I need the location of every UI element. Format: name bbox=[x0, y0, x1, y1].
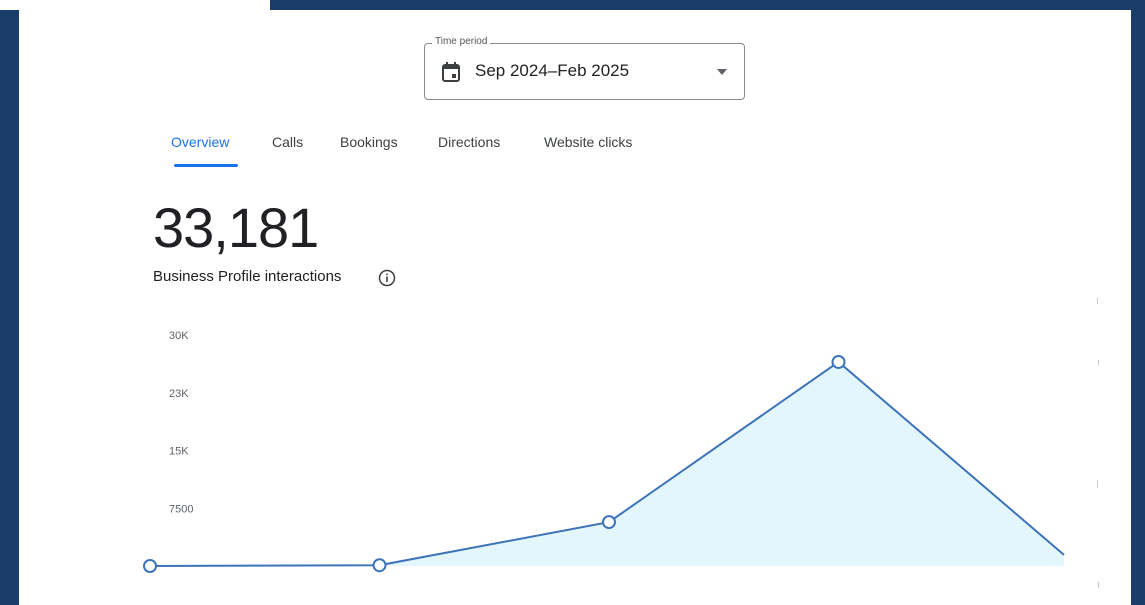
data-point[interactable] bbox=[143, 559, 157, 573]
y-tick-label: 23K bbox=[169, 388, 189, 400]
scan-speck bbox=[1098, 582, 1099, 588]
scan-speck bbox=[1097, 480, 1098, 487]
data-point[interactable] bbox=[602, 515, 616, 530]
scan-speck bbox=[1097, 298, 1098, 304]
interactions-chart: 30K 23K 15K 7500 bbox=[143, 330, 1065, 573]
insights-panel: Time period Sep 2024–Feb 2025 Overview C… bbox=[19, 10, 1131, 605]
scan-speck bbox=[1098, 360, 1099, 365]
y-tick-label: 30K bbox=[169, 330, 189, 342]
series-area bbox=[150, 361, 1064, 566]
y-tick-label: 15K bbox=[169, 446, 189, 458]
y-tick-label: 7500 bbox=[169, 503, 193, 515]
data-point[interactable] bbox=[372, 558, 387, 573]
data-point[interactable] bbox=[831, 354, 846, 369]
top-white-strip bbox=[0, 0, 270, 10]
